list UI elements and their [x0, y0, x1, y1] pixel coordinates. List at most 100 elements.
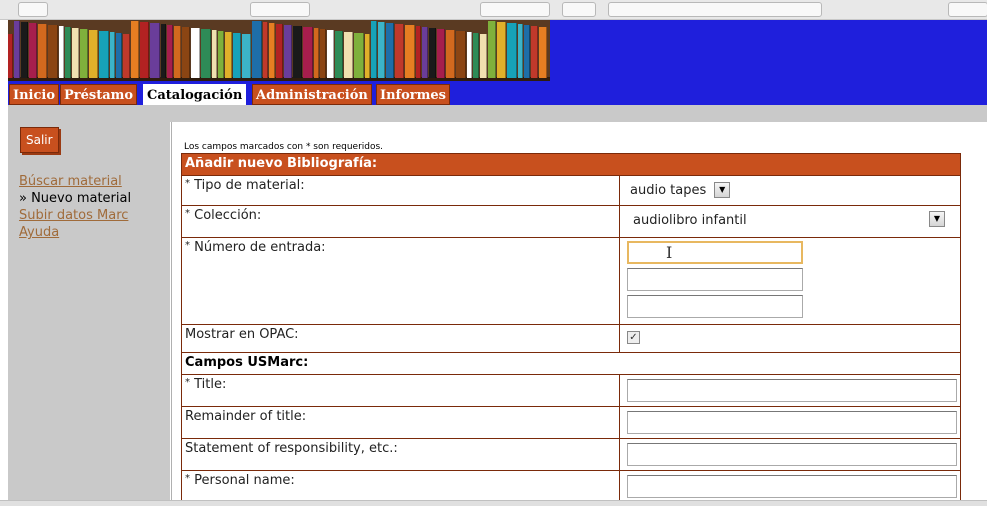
personal-name-cell: [619, 470, 961, 503]
book-spine: [80, 29, 88, 78]
book-spine: [371, 21, 377, 78]
title-cell: [619, 374, 961, 407]
toolbar-control[interactable]: [250, 2, 310, 17]
toolbar-control[interactable]: [18, 2, 48, 17]
collection-value: audiolibro infantil: [633, 213, 747, 228]
book-spine: [21, 22, 28, 78]
collection-select[interactable]: audiolibro infantil ▼: [623, 208, 957, 230]
browser-toolbar: [0, 0, 987, 20]
entry-number-input-2[interactable]: [627, 268, 803, 291]
sidebar-nav: Búscar material » Nuevo material Subir d…: [19, 173, 131, 241]
material-type-label-cell: * Tipo de material:: [181, 175, 620, 206]
book-spine: [467, 32, 472, 78]
toolbar-control[interactable]: [480, 2, 550, 17]
toolbar-control[interactable]: [948, 2, 987, 17]
site-banner: [8, 20, 987, 81]
book-spine: [29, 23, 37, 78]
responsibility-input[interactable]: [627, 443, 957, 466]
title-input[interactable]: [627, 379, 957, 402]
material-type-value: audio tapes: [630, 182, 707, 198]
book-spine: [191, 28, 200, 78]
tab-inicio[interactable]: Inicio: [9, 84, 59, 105]
tab-catalogacion[interactable]: Catalogación: [143, 84, 247, 105]
book-spine: [233, 33, 241, 78]
book-spine: [335, 31, 343, 78]
book-spine: [437, 29, 445, 78]
horizontal-scrollbar[interactable]: [0, 500, 987, 506]
remainder-of-title-input[interactable]: [627, 411, 957, 434]
book-spine: [303, 27, 313, 78]
required-mark: *: [185, 178, 190, 189]
book-spine: [386, 23, 394, 78]
book-spine: [507, 23, 517, 78]
sidebar-item-nuevo-material: » Nuevo material: [19, 191, 132, 206]
entry-number-label: Número de entrada:: [194, 240, 326, 255]
book-spine: [131, 21, 139, 78]
chevron-down-icon[interactable]: ▼: [714, 182, 731, 198]
book-spine: [276, 24, 283, 78]
required-mark: *: [185, 240, 190, 251]
material-type-cell: audio tapes ▼: [619, 175, 961, 206]
usmarc-heading: Campos USMarc:: [181, 352, 961, 375]
personal-name-label: Personal name:: [194, 473, 295, 488]
book-spine: [212, 30, 217, 78]
toolbar-control[interactable]: [608, 2, 822, 17]
remainder-of-title-label: Remainder of title:: [181, 406, 620, 439]
entry-number-input-3[interactable]: [627, 295, 803, 318]
book-spine: [314, 28, 319, 78]
opac-checkbox[interactable]: ✓: [627, 331, 640, 344]
new-bibliography-form: Añadir nuevo Bibliografía: * Tipo de mat…: [181, 153, 961, 503]
book-spine: [269, 23, 275, 78]
entry-number-input-1[interactable]: [627, 241, 803, 264]
responsibility-cell: [619, 438, 961, 471]
book-spine: [110, 32, 115, 78]
sidebar-item-subir-marc[interactable]: Subir datos Marc: [19, 207, 131, 224]
book-spine: [140, 22, 149, 78]
tab-administracion[interactable]: Administración: [252, 84, 372, 105]
required-mark: *: [185, 473, 190, 484]
logout-button[interactable]: Salir: [20, 127, 59, 153]
toolbar-control[interactable]: [562, 2, 596, 17]
book-spine: [531, 26, 538, 78]
main-content: Los campos marcados con * son requeridos…: [171, 122, 987, 506]
book-spine: [38, 24, 47, 78]
book-spine: [446, 30, 455, 78]
book-spine: [344, 32, 353, 78]
opac-label: Mostrar en OPAC:: [181, 324, 620, 353]
required-mark: *: [185, 208, 190, 219]
book-spine: [480, 34, 487, 78]
required-mark: *: [185, 377, 190, 388]
book-spine: [48, 25, 58, 78]
book-spine: [518, 24, 523, 78]
tab-prestamo[interactable]: Préstamo: [60, 84, 138, 105]
form-title: Añadir nuevo Bibliografía:: [181, 153, 961, 176]
sidebar-item-buscar-material[interactable]: Búscar material: [19, 173, 131, 190]
book-spine: [284, 25, 292, 78]
book-spine: [365, 34, 370, 78]
sidebar: Salir Búscar material » Nuevo material S…: [8, 105, 170, 506]
book-spine: [218, 31, 224, 78]
personal-name-input[interactable]: [627, 475, 957, 498]
book-spine: [116, 33, 122, 78]
book-spine: [395, 24, 404, 78]
book-spine: [422, 27, 428, 78]
title-label: Title:: [194, 377, 227, 392]
book-spine: [473, 33, 479, 78]
material-type-label: Tipo de material:: [194, 178, 305, 193]
book-spine: [539, 27, 547, 78]
material-type-select[interactable]: audio tapes ▼: [630, 182, 731, 198]
tab-informes[interactable]: Informes: [376, 84, 450, 105]
book-spine: [123, 34, 130, 78]
chevron-down-icon[interactable]: ▼: [929, 211, 945, 227]
opac-cell: ✓: [619, 324, 961, 353]
book-spine: [488, 21, 496, 78]
book-spine: [252, 21, 262, 78]
book-spine: [201, 29, 211, 78]
title-label-cell: * Title:: [181, 374, 620, 407]
book-spine: [497, 22, 506, 78]
book-spine: [182, 27, 190, 78]
remainder-of-title-cell: [619, 406, 961, 439]
book-spine: [293, 26, 302, 78]
sidebar-item-ayuda[interactable]: Ayuda: [19, 224, 131, 241]
collection-label: Colección:: [194, 208, 262, 223]
